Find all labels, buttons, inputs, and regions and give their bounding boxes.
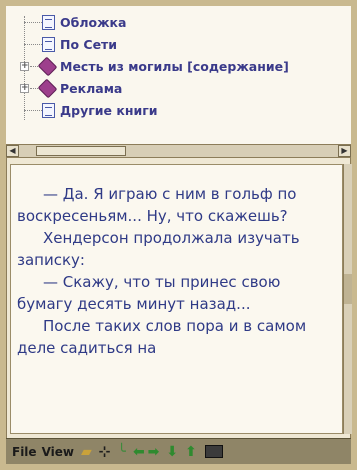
tree-item-other-books[interactable]: Другие книги [42, 99, 158, 121]
tree-connector [24, 110, 42, 111]
tree-item-online[interactable]: По Сети [42, 33, 117, 55]
text-paragraph: Хендерсон продолжала изучать записку: [17, 229, 300, 269]
text-paragraph: — Скажу, что ты принес свою бумагу десят… [17, 273, 281, 313]
tree-item-label: Реклама [60, 80, 123, 96]
document-icon [42, 36, 55, 52]
tree-connector [24, 22, 42, 23]
expand-toggle[interactable]: + [20, 84, 29, 93]
scroll-left-icon[interactable]: ◀ [6, 145, 19, 157]
down-arrow-icon[interactable]: ⬇ [166, 443, 178, 461]
open-folder-icon[interactable]: ▰ [81, 443, 92, 461]
vertical-scrollbar[interactable] [343, 164, 352, 434]
text-paragraph: После таких слов пора и в самом деле сад… [17, 317, 307, 357]
scrollbar-thumb[interactable] [36, 146, 126, 156]
tree-item-ads[interactable]: Реклама [37, 77, 123, 99]
tree-item-label: Месть из могилы [содержание] [60, 58, 289, 74]
tree-item-label: Обложка [60, 14, 127, 30]
text-paragraph: — Да. Я играю с ним в гольф по воскресен… [17, 185, 297, 225]
keyboard-icon[interactable] [204, 445, 223, 458]
horizontal-scrollbar[interactable]: ◀ ▶ [6, 144, 351, 158]
expand-toggle[interactable]: + [20, 62, 29, 71]
reading-pane[interactable]: — Да. Я играю с ним в гольф по воскресен… [10, 164, 343, 434]
bookmark-icon[interactable]: ╰ [118, 443, 126, 461]
up-arrow-icon[interactable]: ⬆ [185, 443, 197, 461]
tree-item-label: По Сети [60, 36, 118, 52]
view-menu[interactable]: View [42, 445, 74, 459]
scroll-right-icon[interactable]: ▶ [338, 145, 351, 157]
tree-item-cover[interactable]: Обложка [42, 11, 126, 33]
document-icon [42, 14, 55, 30]
scrollbar-thumb[interactable] [344, 274, 352, 304]
tree-connector [24, 44, 42, 45]
back-arrow-icon[interactable]: ⬅ [133, 443, 145, 461]
document-icon [42, 102, 55, 118]
forward-arrow-icon[interactable]: ➡ [148, 443, 160, 461]
contents-tree[interactable]: Обложка По Сети + Месть из могилы [содер… [6, 6, 351, 144]
split-view-icon[interactable]: ⊹ [99, 443, 111, 461]
command-bar: File View ▰ ⊹ ╰ ⬅ ➡ ⬇ ⬆ [6, 438, 351, 464]
book-icon [37, 78, 58, 98]
book-icon [37, 56, 58, 76]
tree-item-book-contents[interactable]: Месть из могилы [содержание] [37, 55, 289, 77]
file-menu[interactable]: File [12, 445, 37, 459]
tree-item-label: Другие книги [60, 102, 158, 118]
